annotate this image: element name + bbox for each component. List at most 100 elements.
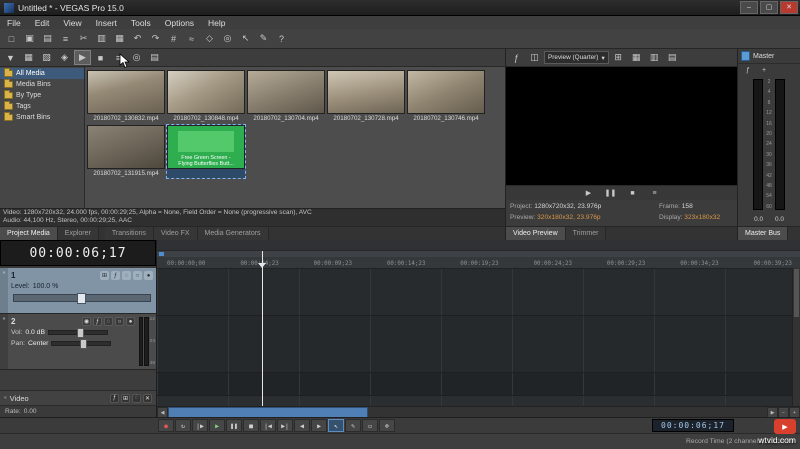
bus-mute-icon[interactable]: ◌ — [132, 393, 141, 403]
bus-motion-icon[interactable]: ⊞ — [121, 393, 130, 403]
stop-button[interactable]: ■ — [243, 419, 259, 432]
preview-stop-icon[interactable]: ■ — [92, 50, 109, 65]
mute-icon[interactable]: ◌ — [122, 271, 131, 280]
video-output-fx-icon[interactable]: ƒ — [508, 50, 525, 65]
media-clip[interactable]: 20180702_130704.mp4 — [247, 70, 325, 123]
bus-fx-icon[interactable]: ƒ — [110, 393, 119, 403]
transport-timecode[interactable]: 00:00:06;17 — [652, 419, 734, 432]
tree-item[interactable]: By Type — [0, 90, 84, 101]
menu-item[interactable]: File — [0, 18, 28, 28]
media-clip[interactable]: 20180702_130848.mp4 — [167, 70, 245, 123]
split-screen-view-icon[interactable]: ◫ — [526, 50, 543, 65]
ignore-event-grouping-icon[interactable]: ◎ — [219, 31, 236, 46]
empty-lane[interactable] — [157, 373, 800, 396]
solo-icon[interactable]: ○ — [115, 317, 124, 326]
track-2-header[interactable]: « 2 ◉ ƒ ◌ ○ ● Vol: 0.0 dB Pan: Center 12… — [0, 314, 156, 370]
track-2-lane[interactable] — [157, 316, 800, 373]
tab-master-bus[interactable]: Master Bus — [738, 227, 789, 240]
preview-start-icon[interactable]: ▶ — [74, 50, 91, 65]
menu-item[interactable]: Edit — [28, 18, 57, 28]
undo-icon[interactable]: ↶ — [129, 31, 146, 46]
overlays-icon[interactable]: ⊞ — [610, 50, 627, 65]
mute-icon[interactable]: ◌ — [104, 317, 113, 326]
auto-ripple-icon[interactable]: ≈ — [183, 31, 200, 46]
project-properties-icon[interactable]: ≡ — [57, 31, 74, 46]
copy-snapshot-icon[interactable]: ▥ — [646, 50, 663, 65]
tab-preview-group[interactable]: Video Preview — [506, 227, 566, 240]
tree-item[interactable]: Media Bins — [0, 79, 84, 90]
media-clip[interactable]: 20180702_130746.mp4 — [407, 70, 485, 123]
previous-frame-button[interactable]: ◀ — [294, 419, 310, 432]
insert-fx-icon[interactable]: + — [758, 65, 770, 75]
envelope-edit-tool-icon[interactable]: ✎ — [255, 31, 272, 46]
interactive-tutorials-icon[interactable]: ? — [273, 31, 290, 46]
tab-fx-group[interactable]: Transitions — [104, 227, 154, 240]
enable-snapping-icon[interactable]: # — [165, 31, 182, 46]
get-photo-icon[interactable]: ▧ — [38, 50, 55, 65]
cut-icon[interactable]: ✂ — [75, 31, 92, 46]
solo-icon[interactable]: ○ — [133, 271, 142, 280]
track-motion-icon[interactable]: ⊞ — [100, 271, 109, 280]
save-project-icon[interactable]: ▤ — [39, 31, 56, 46]
vertical-scrollbar[interactable] — [792, 268, 800, 406]
loop-playback-button[interactable]: ↻ — [175, 419, 191, 432]
timeline-time-display[interactable]: 00:00:06;17 — [0, 240, 156, 266]
maximize-button[interactable]: ▢ — [760, 1, 778, 14]
media-search-icon[interactable]: ◎ — [128, 50, 145, 65]
collapse-handle-icon[interactable]: « — [0, 314, 8, 369]
lock-envelopes-icon[interactable]: ◇ — [201, 31, 218, 46]
menu-item[interactable]: Insert — [89, 18, 124, 28]
capture-video-icon[interactable]: ▦ — [20, 50, 37, 65]
extract-audio-icon[interactable]: ◈ — [56, 50, 73, 65]
minimize-button[interactable]: – — [740, 1, 758, 14]
import-media-icon[interactable]: ▼ — [2, 50, 19, 65]
timeline-ruler[interactable]: 00:00:00;0000:00:04;2300:00:09;2300:00:1… — [157, 257, 800, 269]
menu-item[interactable]: View — [56, 18, 88, 28]
menu-item[interactable]: Options — [158, 18, 201, 28]
tab-project-media-group[interactable]: Project Media — [0, 227, 58, 240]
save-snapshot-icon[interactable]: ▤ — [664, 50, 681, 65]
normal-edit-tool-icon[interactable]: ↖ — [237, 31, 254, 46]
automation-icon[interactable]: ● — [144, 271, 153, 280]
preview-loop-button[interactable]: ≡ — [648, 187, 662, 199]
menu-item[interactable]: Help — [201, 18, 232, 28]
next-frame-button[interactable]: ▶ — [311, 419, 327, 432]
go-to-start-button[interactable]: |◀ — [260, 419, 276, 432]
timeline-area[interactable]: 00:00:00;0000:00:04;2300:00:09;2300:00:1… — [157, 240, 800, 406]
video-bus-track-header[interactable]: « Video ƒ ⊞ ◌ ✕ — [0, 390, 156, 405]
grid-icon[interactable]: ▦ — [628, 50, 645, 65]
play-from-start-button[interactable]: |▶ — [192, 419, 208, 432]
media-clip[interactable]: 20180702_130832.mp4 — [87, 70, 165, 123]
preview-quality-dropdown[interactable]: Preview (Quarter) ▾ — [544, 51, 609, 64]
tree-item[interactable]: Tags — [0, 101, 84, 112]
marker-icon[interactable] — [159, 252, 164, 256]
selection-edit-tool-button[interactable]: ▭ — [362, 419, 378, 432]
preview-pause-button[interactable]: ❚❚ — [604, 187, 618, 199]
media-clip[interactable]: 20180702_130728.mp4 — [327, 70, 405, 123]
arm-record-icon[interactable]: ◉ — [82, 317, 91, 326]
master-fx-icon[interactable]: ƒ — [742, 65, 754, 75]
marker-bar[interactable] — [157, 250, 800, 257]
composite-level-slider[interactable] — [13, 293, 151, 304]
tree-item[interactable]: Smart Bins — [0, 112, 84, 123]
tab-project-media-group[interactable]: Explorer — [57, 227, 99, 240]
paste-icon[interactable]: ▦ — [111, 31, 128, 46]
close-button[interactable]: ✕ — [780, 1, 798, 14]
menu-item[interactable]: Tools — [124, 18, 158, 28]
pause-button[interactable]: ❚❚ — [226, 419, 242, 432]
open-project-icon[interactable]: ▣ — [21, 31, 38, 46]
record-button[interactable]: ● — [158, 419, 174, 432]
volume-fader[interactable] — [48, 328, 108, 338]
play-button[interactable]: ▶ — [209, 419, 225, 432]
automation-icon[interactable]: ● — [126, 317, 135, 326]
media-clip[interactable]: 20180702_131915.mp4 — [87, 125, 165, 178]
marker-strip[interactable] — [157, 240, 800, 250]
tab-preview-group[interactable]: Trimmer — [565, 227, 607, 240]
track-fx-icon[interactable]: ƒ — [111, 271, 120, 280]
tree-item[interactable]: All Media — [0, 68, 84, 79]
track-1-lane[interactable] — [157, 269, 800, 316]
media-clip-selected-green-screen[interactable]: Free Green Screen - Flying Butterflies B… — [166, 124, 246, 179]
go-to-end-button[interactable]: ▶| — [277, 419, 293, 432]
preview-play-button[interactable]: ▶ — [582, 187, 596, 199]
redo-icon[interactable]: ↷ — [147, 31, 164, 46]
